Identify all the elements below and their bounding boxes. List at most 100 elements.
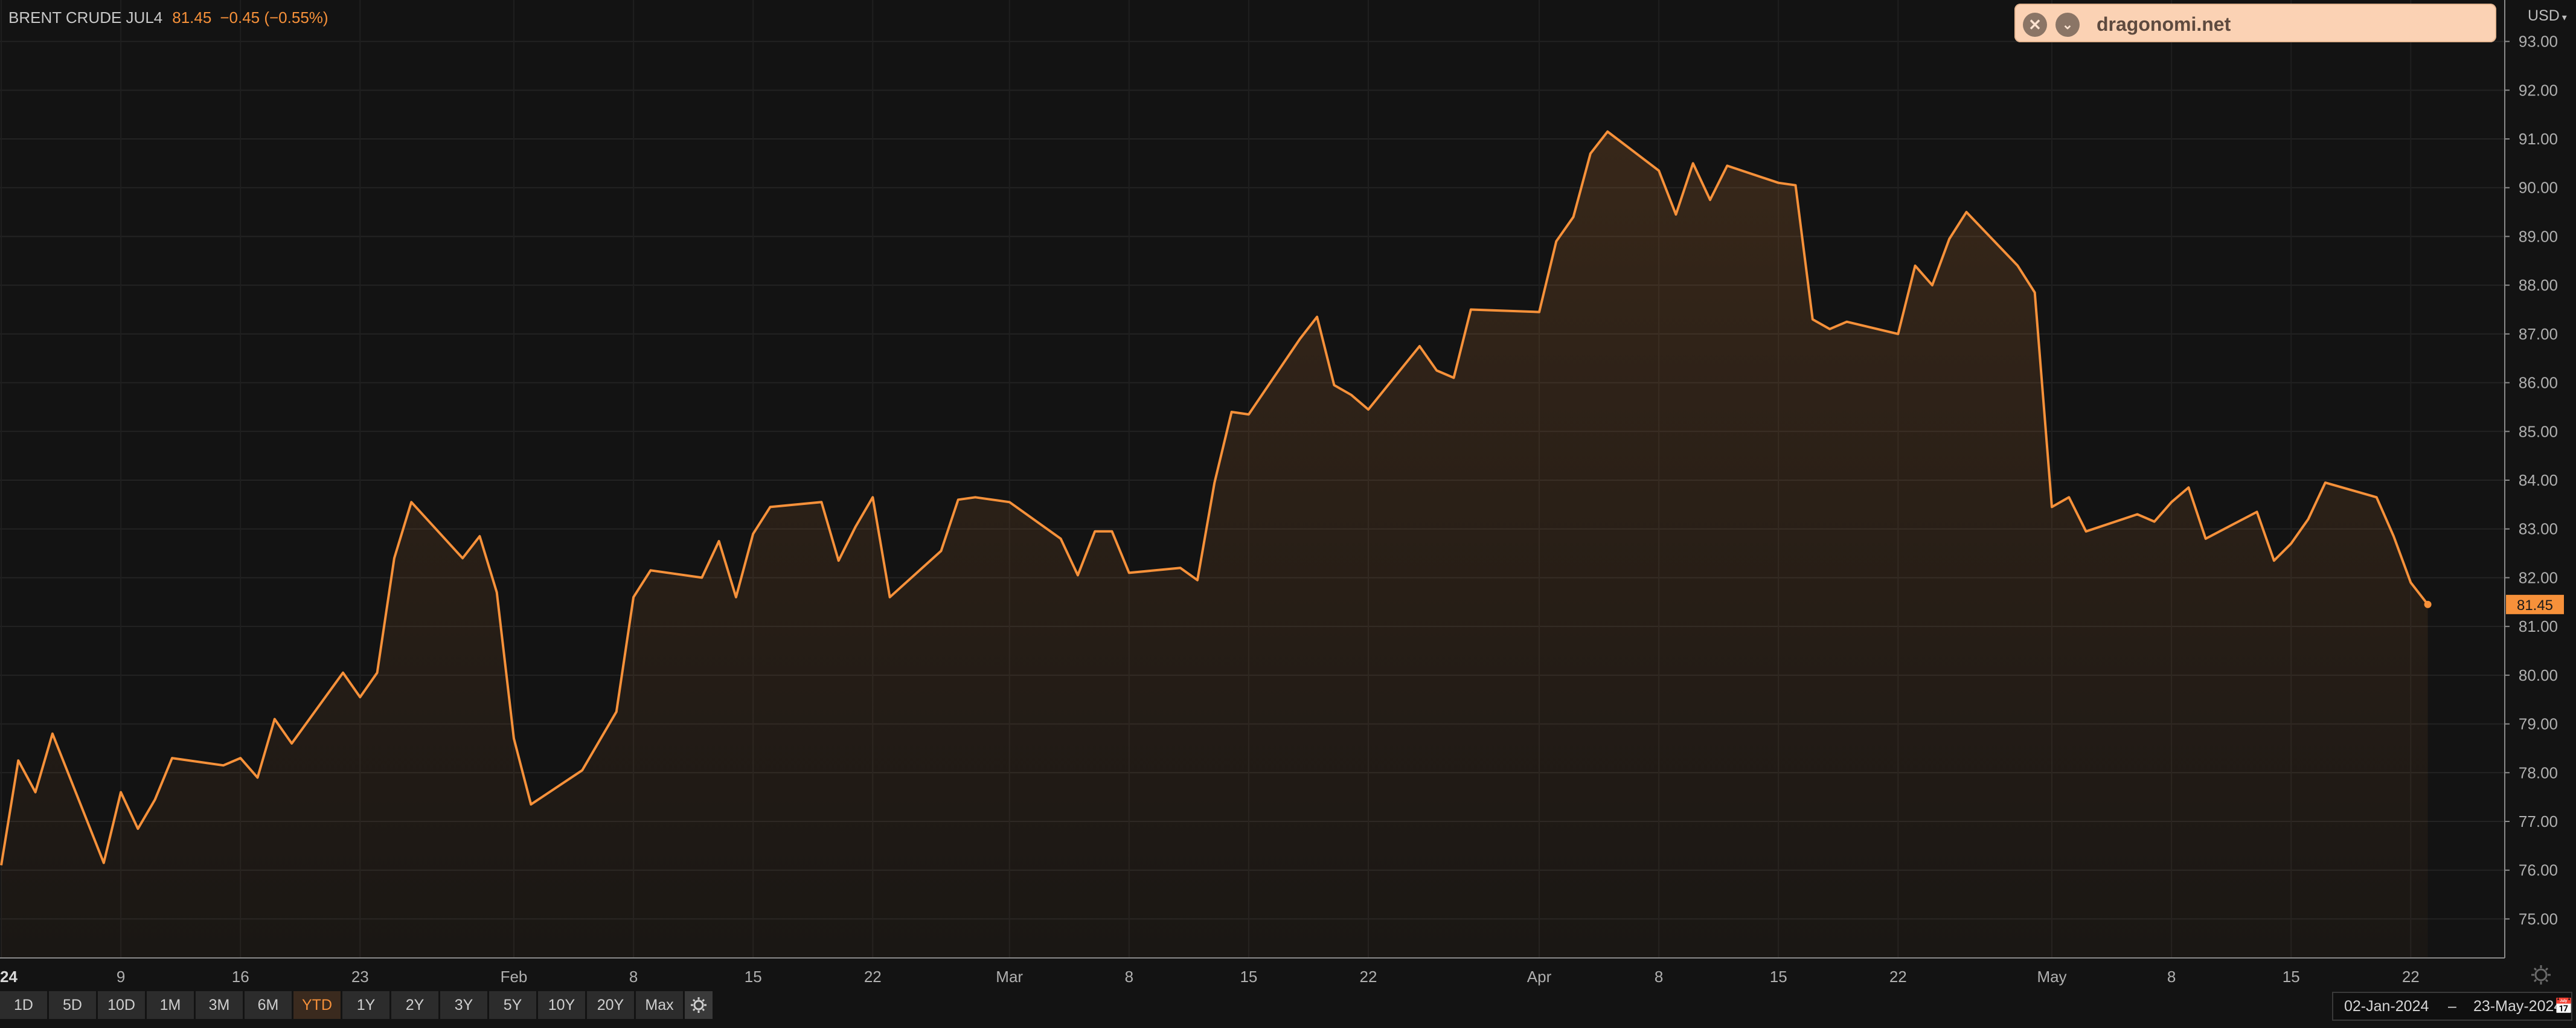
- data-point: [1128, 572, 1130, 574]
- data-point: [1248, 414, 1249, 416]
- x-tick-label: May: [2037, 968, 2066, 986]
- x-tick-label: 15: [2283, 968, 2300, 986]
- data-point: [1846, 321, 1848, 323]
- data-point: [2136, 513, 2138, 515]
- x-tick-label: 16: [232, 968, 249, 986]
- range-button-10y[interactable]: 10Y: [538, 991, 585, 1019]
- data-point: [1897, 333, 1899, 335]
- chevron-down-icon[interactable]: ⌄: [2055, 13, 2080, 37]
- data-point: [1589, 153, 1591, 155]
- calendar-icon[interactable]: 📅: [2554, 993, 2573, 1020]
- range-button-max[interactable]: Max: [636, 991, 683, 1019]
- data-point: [650, 570, 652, 571]
- data-point: [291, 742, 293, 744]
- range-button-3y[interactable]: 3Y: [440, 991, 487, 1019]
- x-tick-label: 15: [1240, 968, 1257, 986]
- data-point: [1556, 240, 1557, 242]
- data-point: [1197, 579, 1199, 581]
- data-point: [1949, 238, 1950, 240]
- data-point: [1418, 345, 1420, 347]
- data-point: [1658, 170, 1660, 172]
- data-point: [18, 760, 19, 762]
- data-point: [376, 672, 378, 673]
- x-tick-label: 23: [351, 968, 369, 986]
- data-point: [855, 525, 857, 527]
- y-tick-label: 83.00: [2519, 520, 2558, 538]
- data-point: [2034, 292, 2036, 294]
- data-point: [2205, 538, 2206, 539]
- y-tick-label: 90.00: [2519, 179, 2558, 197]
- data-point: [2017, 265, 2019, 266]
- site-banner: ✕ ⌄ dragonomi.net: [2014, 4, 2496, 42]
- y-axis-labels: 93.00 92.00 91.00 90.00 89.00 88.00 87.00 86.00…: [2505, 33, 2558, 928]
- data-point: [1299, 338, 1301, 340]
- range-button-5d[interactable]: 5D: [49, 991, 96, 1019]
- range-button-1y[interactable]: 1Y: [342, 991, 389, 1019]
- x-tick-label: 9: [117, 968, 125, 986]
- data-point: [496, 591, 498, 593]
- y-tick-label: 88.00: [2519, 276, 2558, 294]
- range-button-2y[interactable]: 2Y: [391, 991, 438, 1019]
- data-point: [1214, 482, 1216, 484]
- data-point: [2273, 560, 2275, 562]
- y-tick-label: 89.00: [2519, 227, 2558, 245]
- close-icon[interactable]: ✕: [2023, 13, 2047, 37]
- y-tick-label: 80.00: [2519, 666, 2558, 684]
- data-point: [821, 501, 822, 503]
- site-name: dragonomi.net: [2097, 13, 2231, 35]
- x-tick-label: 22: [1360, 968, 1377, 986]
- x-tick-label: 15: [745, 968, 762, 986]
- data-point: [1692, 162, 1694, 164]
- range-button-1d[interactable]: 1D: [0, 991, 47, 1019]
- data-point: [1333, 384, 1335, 386]
- data-point: [411, 501, 412, 503]
- data-point: [1795, 184, 1796, 186]
- data-point: [2051, 506, 2053, 508]
- data-point: [1453, 377, 1455, 379]
- data-point: [51, 733, 53, 734]
- y-tick-label: 76.00: [2519, 861, 2558, 879]
- last-price-marker: 81.45: [2506, 594, 2564, 614]
- data-point: [393, 557, 395, 559]
- data-point: [137, 828, 139, 830]
- data-point: [615, 711, 617, 713]
- y-tick-label: 82.00: [2519, 568, 2558, 586]
- range-button-6m[interactable]: 6M: [245, 991, 292, 1019]
- range-selector: 1D 5D 10D 1M 3M 6M YTD 1Y 2Y 3Y 5Y 10Y 20Y Max: [0, 991, 713, 1019]
- range-button-ytd[interactable]: YTD: [293, 991, 341, 1019]
- price-chart[interactable]: 93.00 92.00 91.00 90.00 89.00 88.00 87.00 86.00…: [0, 0, 2576, 1026]
- data-point: [1111, 530, 1113, 532]
- range-button-5y[interactable]: 5Y: [489, 991, 536, 1019]
- gear-icon[interactable]: [685, 991, 713, 1019]
- range-button-1m[interactable]: 1M: [147, 991, 194, 1019]
- x-tick-label: 24: [0, 968, 18, 986]
- data-point: [769, 506, 771, 508]
- x-tick-label: Mar: [996, 968, 1023, 986]
- data-point: [838, 560, 839, 562]
- chart-header: BRENT CRUDE JUL4 81.45 −0.45 (−0.55%): [8, 8, 328, 27]
- x-tick-label: 22: [1889, 968, 1907, 986]
- range-button-3m[interactable]: 3M: [196, 991, 243, 1019]
- currency-selector[interactable]: USD ▾: [2528, 7, 2567, 25]
- last-data-point: [2424, 600, 2432, 608]
- chart-settings-icon[interactable]: [2531, 965, 2551, 985]
- data-point: [1709, 199, 1711, 201]
- range-button-10d[interactable]: 10D: [98, 991, 145, 1019]
- data-point: [222, 765, 224, 766]
- instrument-name: BRENT CRUDE JUL4: [8, 8, 163, 27]
- range-button-20y[interactable]: 20Y: [587, 991, 634, 1019]
- data-point: [735, 596, 737, 598]
- data-point: [1470, 309, 1472, 310]
- data-point: [257, 777, 258, 779]
- x-tick-label: Apr: [1527, 968, 1552, 986]
- currency-label: USD: [2528, 7, 2560, 24]
- data-point: [2393, 535, 2395, 537]
- data-point: [1778, 182, 1780, 184]
- data-point: [1812, 318, 1813, 320]
- y-tick-label: 75.00: [2519, 910, 2558, 928]
- y-tick-label: 81.00: [2519, 617, 2558, 635]
- date-range-picker[interactable]: 02-Jan-2024 – 23-May-2024 📅: [2332, 992, 2573, 1021]
- data-point: [2171, 501, 2173, 503]
- data-point: [992, 499, 993, 501]
- data-point: [342, 672, 344, 673]
